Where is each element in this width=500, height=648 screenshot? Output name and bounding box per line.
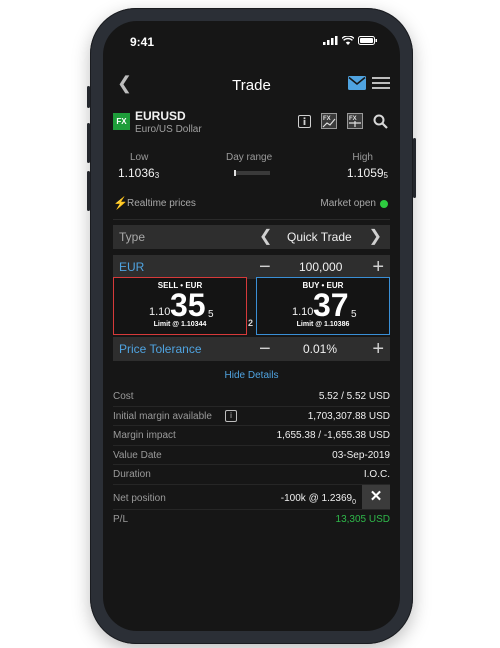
sell-button[interactable]: SELL • EUR 1.10 35 5 Limit @ 1.10344: [113, 277, 247, 335]
realtime-prices-label: Realtime prices: [127, 198, 196, 209]
detail-value: 03-Sep-2019: [332, 449, 390, 461]
day-range-label: Day range: [226, 152, 273, 163]
volume-down-button: [87, 171, 90, 211]
menu-icon[interactable]: [372, 76, 390, 90]
amount-increase-button[interactable]: +: [372, 255, 384, 279]
fx-badge: FX: [113, 113, 130, 130]
amount-decrease-button[interactable]: −: [259, 255, 271, 279]
detail-key: Cost: [113, 391, 134, 402]
low-value-pip: 3: [154, 171, 160, 180]
spread-value: 2: [248, 318, 254, 328]
mute-switch: [87, 86, 90, 108]
price-status-row: ⚡ Realtime prices Market open: [113, 196, 390, 213]
status-time: 9:41: [130, 35, 155, 49]
info-icon[interactable]: [298, 114, 311, 128]
detail-row-value-date: Value Date 03-Sep-2019: [113, 446, 390, 465]
market-open-dot-icon: [380, 200, 388, 208]
low-value: 1.10363: [118, 166, 159, 180]
day-range-bar: [234, 170, 270, 176]
detail-key: Duration: [113, 469, 151, 480]
screen: 9:41 ❮ Trade FX EURUSD Euro/US Dollar FX…: [103, 21, 400, 631]
detail-value: 1,655.38 / -1,655.38 USD: [276, 430, 390, 441]
sell-price-big: 35: [170, 287, 206, 323]
instrument-actions: FX FX: [298, 113, 388, 129]
fx-options-icon[interactable]: FX: [347, 113, 363, 129]
nav-bar: ❮ Trade: [103, 69, 400, 99]
instrument-description: Euro/US Dollar: [135, 124, 202, 135]
sell-price-prefix: 1.10: [149, 306, 171, 318]
detail-key: Initial margin available: [113, 410, 212, 422]
detail-value: 1,703,307.88 USD: [307, 410, 390, 422]
battery-icon: [358, 36, 377, 45]
order-type-prev-button[interactable]: ❮: [259, 225, 272, 249]
sell-limit: Limit @ 1.10344: [153, 321, 207, 328]
detail-row-margin-impact: Margin impact 1,655.38 / -1,655.38 USD: [113, 426, 390, 446]
sell-price-pip: 5: [208, 309, 214, 320]
low-label: Low: [130, 152, 149, 163]
mail-icon[interactable]: [348, 76, 366, 90]
phone-frame: 9:41 ❮ Trade FX EURUSD Euro/US Dollar FX…: [87, 8, 416, 644]
power-button: [413, 138, 416, 198]
status-icons: [323, 36, 378, 45]
detail-value: -100k @ 1.23690: [281, 493, 356, 506]
buy-price-pip: 5: [351, 309, 357, 320]
buy-limit: Limit @ 1.10386: [296, 321, 350, 328]
detail-row-net-position: Net position -100k @ 1.23690 ✕: [113, 484, 390, 510]
buy-button[interactable]: BUY • EUR 1.10 37 5 Limit @ 1.10386: [256, 277, 390, 335]
detail-value: I.O.C.: [363, 469, 390, 480]
hide-details-link[interactable]: Hide Details: [103, 370, 400, 381]
signal-icon: [323, 36, 338, 45]
high-value: 1.10595: [347, 166, 388, 180]
price-tolerance-row: Price Tolerance − 0.01% +: [113, 337, 390, 361]
svg-text:FX: FX: [323, 116, 331, 122]
price-ranges: Low 1.10363 Day range High 1.10595: [113, 152, 390, 192]
amount-row: EUR − 100,000 +: [113, 255, 390, 279]
wifi-icon: [342, 36, 354, 45]
status-bar: 9:41: [103, 21, 400, 57]
net-position-pip: 0: [352, 498, 356, 506]
divider: [113, 219, 390, 220]
day-range-marker: [234, 170, 236, 176]
detail-key: Value Date: [113, 449, 162, 461]
tolerance-value[interactable]: 0.01%: [303, 342, 337, 356]
instrument-symbol: EURUSD: [135, 109, 186, 123]
currency-label[interactable]: EUR: [119, 260, 144, 274]
price-tolerance-label[interactable]: Price Tolerance: [119, 342, 202, 356]
detail-value: 5.52 / 5.52 USD: [318, 391, 390, 402]
high-value-main: 1.1059: [346, 166, 384, 180]
detail-key: P/L: [113, 513, 129, 525]
detail-key: Net position: [113, 492, 166, 504]
amount-field[interactable]: 100,000: [299, 260, 342, 274]
high-value-pip: 5: [383, 171, 388, 180]
buy-price-prefix: 1.10: [292, 306, 314, 318]
margin-info-icon[interactable]: i: [225, 409, 237, 422]
order-type-next-button[interactable]: ❯: [369, 225, 382, 249]
detail-row-pl: P/L 13,305 USD: [113, 510, 390, 530]
order-type-value: Quick Trade: [287, 230, 352, 244]
instrument-header: FX EURUSD Euro/US Dollar FX FX: [113, 109, 390, 143]
detail-key: Margin impact: [113, 430, 176, 441]
volume-up-button: [87, 123, 90, 163]
tolerance-increase-button[interactable]: +: [372, 337, 384, 361]
close-position-button[interactable]: ✕: [362, 484, 390, 509]
detail-value: 13,305 USD: [335, 513, 390, 525]
search-icon[interactable]: [373, 114, 388, 129]
order-details: Cost 5.52 / 5.52 USD Initial margin avai…: [113, 387, 390, 529]
nav-icons: [348, 76, 390, 90]
detail-row-initial-margin: Initial margin available i 1,703,307.88 …: [113, 407, 390, 426]
low-value-main: 1.1036: [118, 166, 155, 180]
detail-row-cost: Cost 5.52 / 5.52 USD: [113, 387, 390, 407]
fx-chart-icon[interactable]: FX: [321, 113, 337, 129]
detail-row-duration: Duration I.O.C.: [113, 465, 390, 485]
buy-price-big: 37: [313, 287, 349, 323]
order-type-label: Type: [119, 230, 146, 244]
market-status-label: Market open: [320, 198, 376, 209]
tolerance-decrease-button[interactable]: −: [259, 337, 271, 361]
trade-tickets: SELL • EUR 1.10 35 5 Limit @ 1.10344 2 B…: [113, 277, 390, 335]
order-type-row: Type ❮ Quick Trade ❯: [113, 225, 390, 249]
bolt-icon: ⚡: [113, 196, 128, 210]
net-position-value: -100k @ 1.2369: [280, 492, 353, 504]
high-label: High: [352, 152, 373, 163]
